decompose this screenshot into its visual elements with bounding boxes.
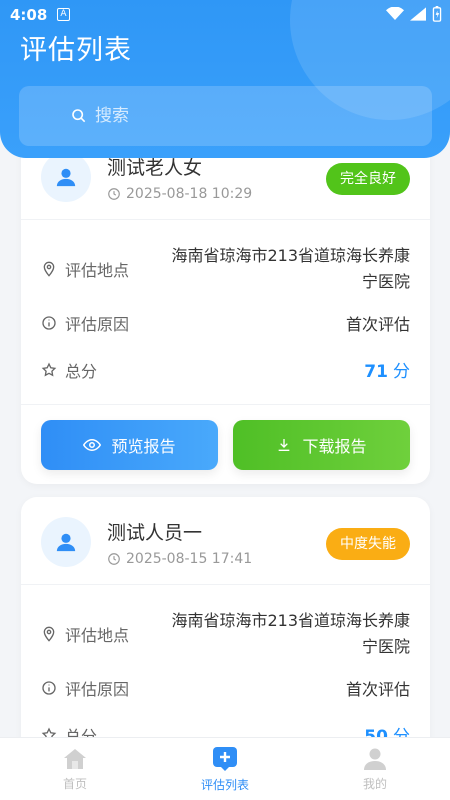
signal-icon xyxy=(410,7,426,21)
profile-icon xyxy=(364,748,386,770)
location-row: 评估地点 海南省琼海市213省道琼海长养康宁医院 xyxy=(41,585,410,660)
card-actions: 预览报告 下载报告 xyxy=(21,404,430,484)
location-pin-icon xyxy=(43,261,55,277)
assessment-time: 2025-08-18 10:29 xyxy=(107,186,252,202)
status-badge: 中度失能 xyxy=(326,528,410,560)
search-icon xyxy=(72,109,86,123)
reason-row: 评估原因 首次评估 xyxy=(41,311,410,335)
nav-item-profile[interactable]: 我的 xyxy=(300,738,450,800)
wifi-icon xyxy=(386,7,404,20)
score-unit: 分 xyxy=(393,362,410,382)
home-icon xyxy=(64,748,86,769)
star-icon xyxy=(41,361,57,376)
time-text: 2025-08-18 10:29 xyxy=(126,186,253,202)
search-input[interactable] xyxy=(95,106,395,126)
avatar xyxy=(41,152,91,202)
location-row: 评估地点 海南省琼海市213省道琼海长养康宁医院 xyxy=(41,220,410,295)
status-time: 4:08 xyxy=(10,6,48,24)
location-label: 评估地点 xyxy=(41,243,129,295)
info-icon xyxy=(42,316,56,330)
search-bar[interactable] xyxy=(19,86,432,146)
clock-icon xyxy=(108,553,120,565)
location-value: 海南省琼海市213省道琼海长养康宁医院 xyxy=(171,611,410,656)
score-value: 71 分 xyxy=(364,357,410,382)
reason-value: 首次评估 xyxy=(345,680,410,699)
assessment-card[interactable]: 测试老人女 2025-08-18 10:29 完全良好 评估地点 海南省琼海市2… xyxy=(21,132,430,484)
user-icon xyxy=(56,168,76,187)
score-number: 71 xyxy=(364,362,388,382)
download-icon xyxy=(279,439,290,451)
score-row: 总分 71 分 xyxy=(41,357,410,404)
avatar xyxy=(41,517,91,567)
reason-label: 评估原因 xyxy=(41,311,129,335)
download-report-button[interactable]: 下载报告 xyxy=(233,420,410,470)
assessment-list-icon xyxy=(213,746,237,771)
location-value: 海南省琼海市213省道琼海长养康宁医院 xyxy=(171,246,410,291)
card-info: 评估地点 海南省琼海市213省道琼海长养康宁医院 评估原因 首次评估 总分 71 xyxy=(21,220,430,404)
page-title: 评估列表 xyxy=(20,35,132,66)
reason-row: 评估原因 首次评估 xyxy=(41,676,410,700)
info-icon xyxy=(42,681,56,695)
eye-icon xyxy=(83,438,102,452)
app-notification-icon: A xyxy=(57,8,70,21)
reason-value: 首次评估 xyxy=(345,315,410,334)
location-label: 评估地点 xyxy=(41,608,129,660)
status-icons xyxy=(386,6,442,22)
clock-icon xyxy=(108,188,120,200)
reason-label: 评估原因 xyxy=(41,676,129,700)
time-text: 2025-08-15 17:41 xyxy=(126,551,253,567)
nav-label: 首页 xyxy=(62,776,87,791)
location-pin-icon xyxy=(43,626,55,642)
nav-label: 评估列表 xyxy=(200,777,249,792)
app-header: 4:08 A 评估列表 xyxy=(0,0,450,158)
bottom-nav: 首页 评估列表 我的 xyxy=(0,737,450,800)
battery-icon xyxy=(432,6,442,22)
assessment-card[interactable]: 测试人员一 2025-08-15 17:41 中度失能 评估地点 海南省琼海市2… xyxy=(21,497,430,769)
user-icon xyxy=(56,533,76,552)
preview-report-button[interactable]: 预览报告 xyxy=(41,420,218,470)
nav-item-assessment-list[interactable]: 评估列表 xyxy=(150,738,300,800)
nav-item-home[interactable]: 首页 xyxy=(0,738,150,800)
score-label: 总分 xyxy=(41,357,97,382)
status-badge: 完全良好 xyxy=(326,163,410,195)
person-name: 测试人员一 xyxy=(107,522,203,544)
assessment-time: 2025-08-15 17:41 xyxy=(107,551,252,567)
card-header: 测试人员一 2025-08-15 17:41 中度失能 xyxy=(21,497,430,585)
nav-label: 我的 xyxy=(362,776,387,791)
